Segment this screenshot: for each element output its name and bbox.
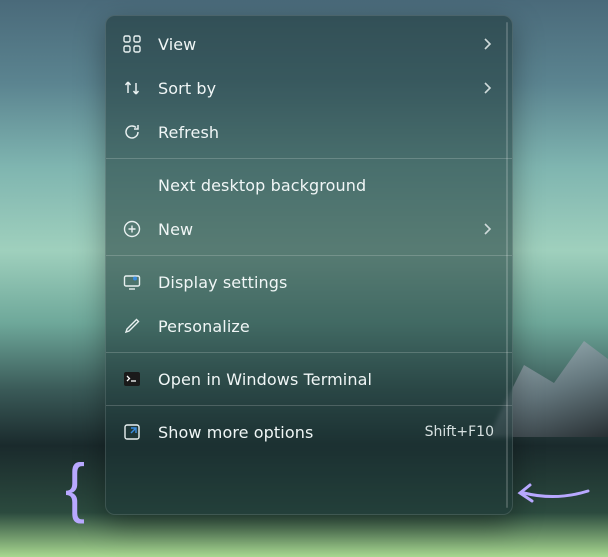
- menu-item-shortcut: Shift+F10: [425, 424, 494, 440]
- menu-item-next-desktop-background[interactable]: Next desktop background: [106, 163, 512, 207]
- menu-separator: [106, 255, 512, 256]
- plus-icon: [122, 219, 142, 239]
- menu-item-view[interactable]: View: [106, 22, 512, 66]
- menu-item-new[interactable]: New: [106, 207, 512, 251]
- menu-item-label: New: [158, 220, 480, 239]
- menu-item-display-settings[interactable]: Display settings: [106, 260, 512, 304]
- menu-item-label: Open in Windows Terminal: [158, 370, 494, 389]
- menu-item-label: Next desktop background: [158, 176, 494, 195]
- chevron-right-icon: [480, 81, 494, 95]
- menu-item-label: View: [158, 35, 480, 54]
- menu-item-label: Display settings: [158, 273, 494, 292]
- menu-item-show-more-options[interactable]: Show more options Shift+F10: [106, 410, 512, 454]
- menu-separator: [106, 352, 512, 353]
- pen-icon: [122, 316, 142, 336]
- menu-item-label: Sort by: [158, 79, 480, 98]
- menu-item-label: Show more options: [158, 423, 413, 442]
- blank-icon: [122, 175, 142, 195]
- menu-separator: [106, 405, 512, 406]
- menu-item-label: Personalize: [158, 317, 494, 336]
- annotation-arrow: [516, 479, 590, 507]
- menu-item-label: Refresh: [158, 123, 494, 142]
- sort-icon: [122, 78, 142, 98]
- annotation-brace: {: [65, 450, 85, 526]
- expand-icon: [122, 422, 142, 442]
- menu-separator: [106, 158, 512, 159]
- chevron-right-icon: [480, 222, 494, 236]
- chevron-right-icon: [480, 37, 494, 51]
- menu-item-personalize[interactable]: Personalize: [106, 304, 512, 348]
- refresh-icon: [122, 122, 142, 142]
- menu-item-open-in-windows-terminal[interactable]: Open in Windows Terminal: [106, 357, 512, 401]
- desktop-context-menu: View Sort by Refresh Next desktop backgr…: [105, 15, 513, 515]
- terminal-icon: [122, 369, 142, 389]
- menu-item-sort-by[interactable]: Sort by: [106, 66, 512, 110]
- menu-item-refresh[interactable]: Refresh: [106, 110, 512, 154]
- display-icon: [122, 272, 142, 292]
- grid-icon: [122, 34, 142, 54]
